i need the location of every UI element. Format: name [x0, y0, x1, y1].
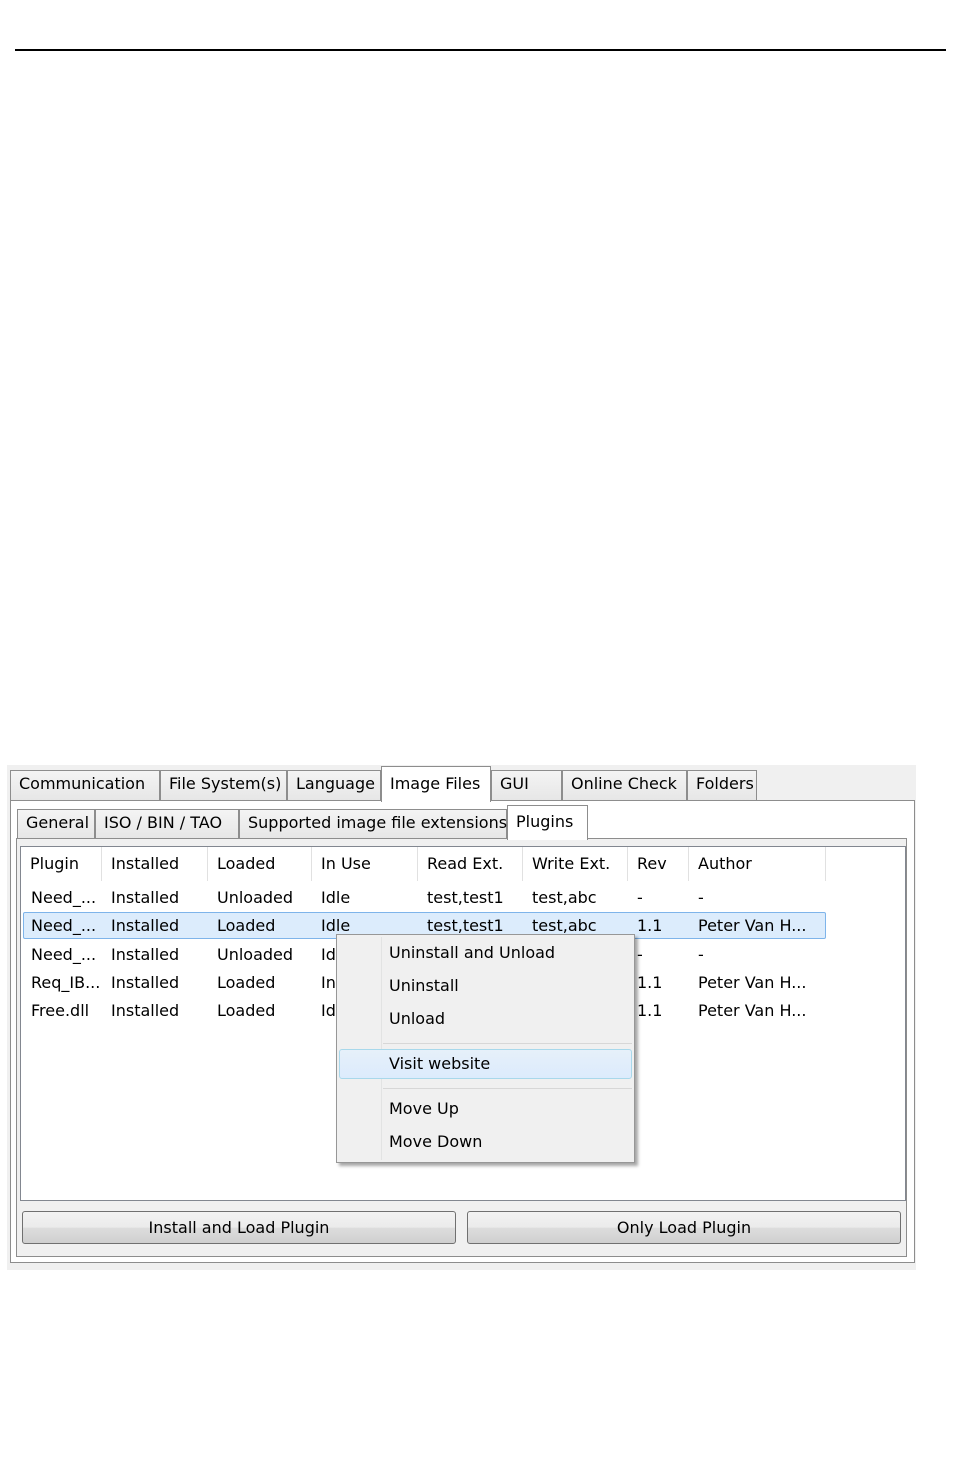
- cell-author: Peter Van H...: [698, 973, 807, 992]
- column-header-rev[interactable]: Rev: [628, 847, 689, 881]
- column-header-plugin[interactable]: Plugin: [21, 847, 102, 881]
- cell-rev: -: [637, 888, 643, 907]
- subtab-supported-extensions[interactable]: Supported image file extensions: [239, 809, 507, 839]
- column-header-write-ext[interactable]: Write Ext.: [523, 847, 628, 881]
- cell-read-ext: test,test1: [427, 888, 504, 907]
- page-header-rule: [15, 49, 946, 51]
- settings-dialog: Communication File System(s) Language Im…: [7, 765, 916, 1270]
- cell-in-use: Id: [321, 945, 336, 964]
- cell-author: -: [698, 888, 704, 907]
- menu-item-unload[interactable]: Unload: [339, 1004, 632, 1034]
- cell-plugin: Need_...: [31, 916, 97, 935]
- cell-plugin: Free.dll: [31, 1001, 90, 1020]
- table-row[interactable]: Need_... Installed Unloaded Idle test,te…: [23, 884, 826, 911]
- cell-installed: Installed: [111, 945, 180, 964]
- menu-separator: [383, 1043, 632, 1044]
- menu-item-move-down[interactable]: Move Down: [339, 1127, 632, 1157]
- cell-author: Peter Van H...: [698, 916, 807, 935]
- cell-installed: Installed: [111, 973, 180, 992]
- plugin-context-menu: Uninstall and Unload Uninstall Unload Vi…: [336, 934, 635, 1163]
- only-load-plugin-button[interactable]: Only Load Plugin: [467, 1211, 901, 1244]
- subtab-general[interactable]: General: [17, 809, 95, 839]
- cell-loaded: Loaded: [217, 916, 276, 935]
- cell-rev: 1.1: [637, 916, 663, 935]
- cell-loaded: Unloaded: [217, 888, 294, 907]
- column-header-read-ext[interactable]: Read Ext.: [418, 847, 523, 881]
- cell-loaded: Loaded: [217, 973, 276, 992]
- cell-plugin: Need_...: [31, 945, 97, 964]
- tab-gui[interactable]: GUI: [491, 770, 562, 801]
- cell-plugin: Req_IB...: [31, 973, 101, 992]
- cell-installed: Installed: [111, 916, 180, 935]
- menu-item-move-up[interactable]: Move Up: [339, 1094, 632, 1124]
- menu-item-uninstall[interactable]: Uninstall: [339, 971, 632, 1001]
- cell-rev: 1.1: [637, 973, 663, 992]
- column-header-installed[interactable]: Installed: [102, 847, 208, 881]
- tab-image-files[interactable]: Image Files: [381, 766, 491, 802]
- tab-file-systems[interactable]: File System(s): [160, 770, 287, 801]
- cell-write-ext: test,abc: [532, 888, 597, 907]
- cell-installed: Installed: [111, 1001, 180, 1020]
- cell-rev: 1.1: [637, 1001, 663, 1020]
- install-and-load-plugin-button[interactable]: Install and Load Plugin: [22, 1211, 456, 1244]
- cell-installed: Installed: [111, 888, 180, 907]
- cell-author: Peter Van H...: [698, 1001, 807, 1020]
- menu-item-visit-website[interactable]: Visit website: [339, 1049, 632, 1079]
- column-header-loaded[interactable]: Loaded: [208, 847, 312, 881]
- tab-folders[interactable]: Folders: [687, 770, 757, 801]
- cell-in-use: In: [321, 973, 336, 992]
- tab-communication[interactable]: Communication: [10, 770, 160, 801]
- cell-author: -: [698, 945, 704, 964]
- subtab-plugins[interactable]: Plugins: [507, 805, 588, 840]
- cell-rev: -: [637, 945, 643, 964]
- plugin-list-header: Plugin Installed Loaded In Use Read Ext.…: [21, 847, 905, 881]
- menu-item-uninstall-and-unload[interactable]: Uninstall and Unload: [339, 938, 632, 968]
- subtab-iso-bin-tao[interactable]: ISO / BIN / TAO: [95, 809, 239, 839]
- cell-loaded: Unloaded: [217, 945, 294, 964]
- cell-plugin: Need_...: [31, 888, 97, 907]
- cell-in-use: Idle: [321, 888, 351, 907]
- cell-loaded: Loaded: [217, 1001, 276, 1020]
- column-header-in-use[interactable]: In Use: [312, 847, 418, 881]
- tab-language[interactable]: Language: [287, 770, 381, 801]
- column-header-author[interactable]: Author: [689, 847, 826, 881]
- menu-separator: [383, 1088, 632, 1089]
- cell-in-use: Id: [321, 1001, 336, 1020]
- tab-online-check[interactable]: Online Check: [562, 770, 687, 801]
